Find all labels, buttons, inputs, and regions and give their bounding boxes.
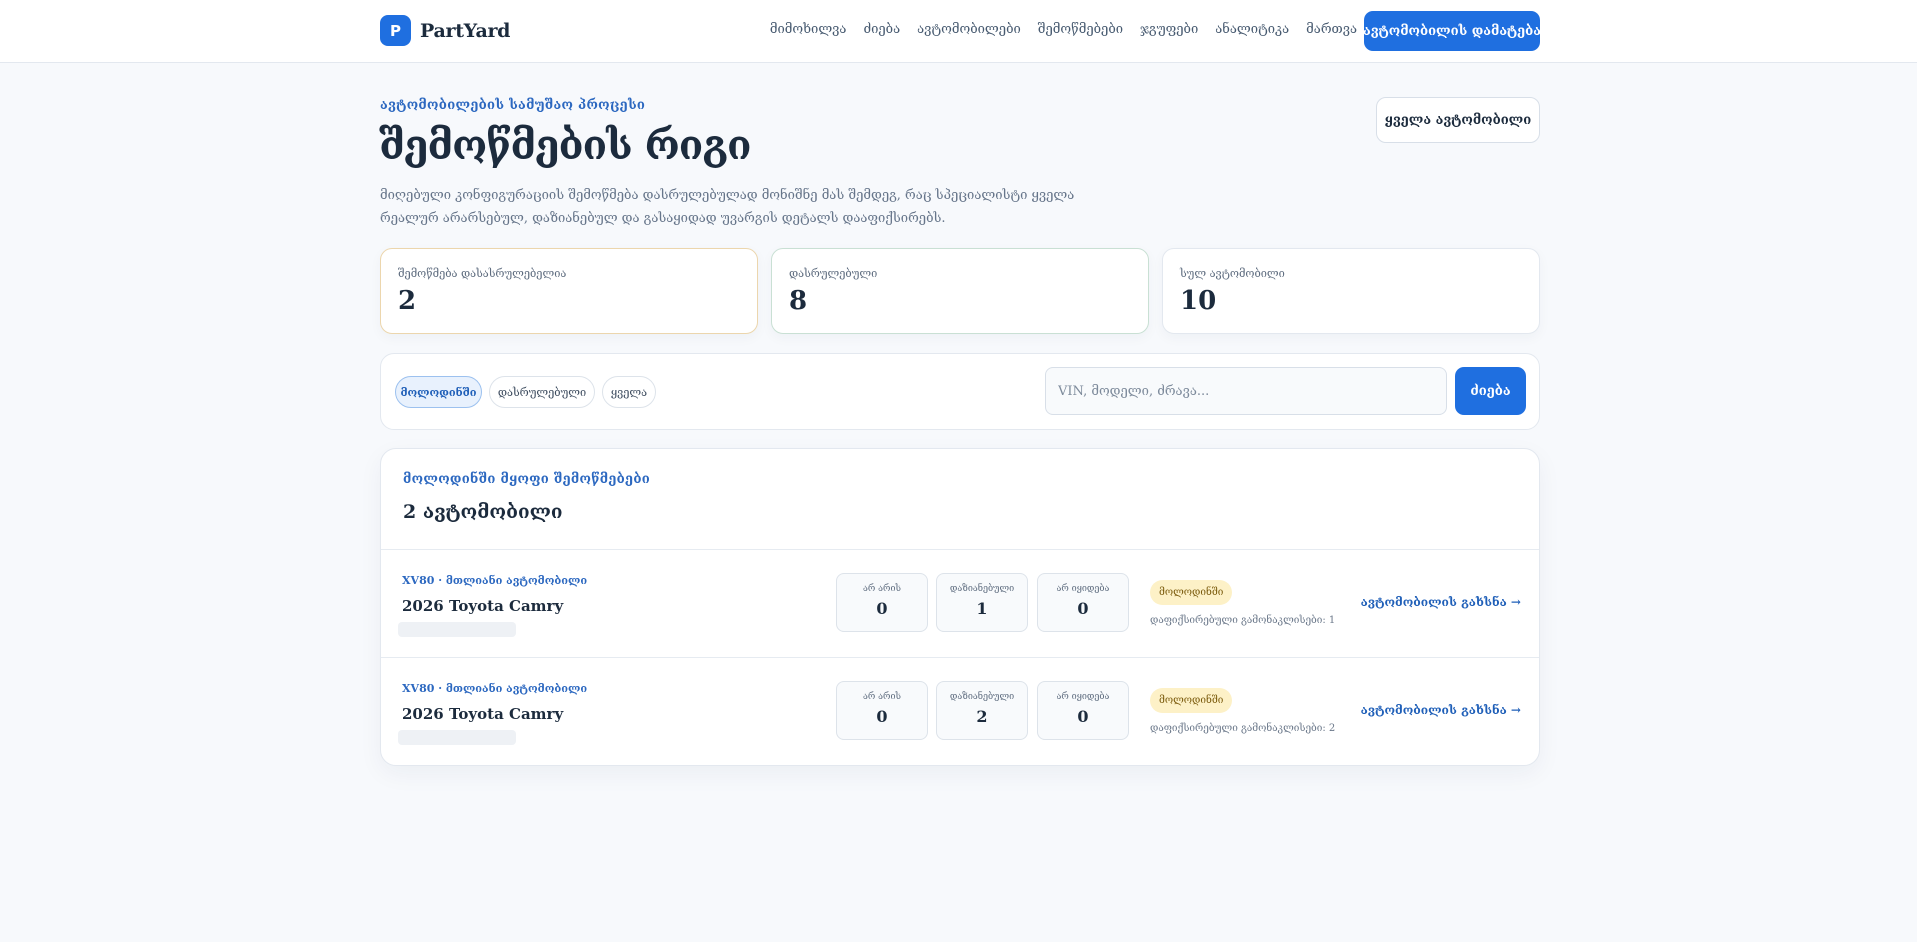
nav-item-admin[interactable]: მართვა — [1306, 22, 1357, 37]
filter-chip-completed[interactable]: დასრულებული — [489, 376, 595, 408]
filter-bar: მოლოდინში დასრულებული ყველა ძიება — [380, 353, 1540, 430]
counter-not-for-sale: არ იყიდება 0 — [1037, 681, 1129, 740]
counter-value: 0 — [876, 599, 888, 618]
counter-damaged: დაზიანებული 1 — [936, 573, 1028, 632]
counter-damaged: დაზიანებული 2 — [936, 681, 1028, 740]
counter-label: არ იყიდება — [1056, 584, 1110, 594]
nav-item-overview[interactable]: მიმოხილვა — [770, 22, 847, 37]
counter-label: არ იყიდება — [1056, 692, 1110, 702]
stat-card-completed: დასრულებული 8 — [771, 248, 1149, 334]
search-input[interactable] — [1045, 367, 1447, 415]
top-navigation-bar: P PartYard მიმოხილვა ძიება ავტომობილები … — [0, 0, 1917, 63]
nav-item-cars[interactable]: ავტომობილები — [917, 22, 1021, 37]
pending-inspections-panel: მოლოდინში მყოფი შემოწმებები 2 ავტომობილი… — [380, 448, 1540, 766]
status-badge: მოლოდინში — [1150, 688, 1233, 713]
nav-item-analytics[interactable]: ანალიტიკა — [1215, 22, 1289, 37]
counter-missing: არ არის 0 — [836, 573, 928, 632]
car-model-label: XV80 · მთლიანი ავტომობილი — [402, 574, 588, 587]
status-badge: მოლოდინში — [1150, 580, 1233, 605]
search-button[interactable]: ძიება — [1455, 367, 1526, 415]
brand-logo-icon: P — [380, 15, 411, 46]
counter-label: არ არის — [863, 584, 901, 594]
nav-item-search[interactable]: ძიება — [863, 22, 900, 37]
add-car-button[interactable]: ავტომობილის დამატება — [1363, 11, 1541, 51]
filter-chip-pending[interactable]: მოლოდინში — [395, 376, 482, 408]
counter-not-for-sale: არ იყიდება 0 — [1037, 573, 1129, 632]
counter-value: 0 — [1077, 599, 1089, 618]
recorded-exceptions: დაფიქსირებული გამონაკლისები: 1 — [1150, 615, 1336, 626]
stat-label: სულ ავტომობილი — [1180, 267, 1285, 280]
open-car-link[interactable]: ავტომობილის გახსნა → — [1361, 595, 1521, 609]
counter-label: დაზიანებული — [949, 692, 1015, 702]
all-cars-button[interactable]: ყველა ავტომობილი — [1376, 97, 1540, 143]
stat-label: შემოწმება დასასრულებელია — [398, 267, 567, 280]
counter-label: არ არის — [863, 692, 901, 702]
car-model-label: XV80 · მთლიანი ავტომობილი — [402, 682, 588, 695]
stat-card-pending: შემოწმება დასასრულებელია 2 — [380, 248, 758, 334]
inspection-row: XV80 · მთლიანი ავტომობილი 2026 Toyota Ca… — [381, 549, 1539, 657]
stat-value: 2 — [398, 286, 417, 316]
panel-eyebrow: მოლოდინში მყოფი შემოწმებები — [403, 472, 651, 487]
panel-title: 2 ავტომობილი — [403, 501, 563, 523]
nav-item-inspections[interactable]: შემოწმებები — [1038, 22, 1123, 37]
counter-value: 0 — [1077, 707, 1089, 726]
inspection-row: XV80 · მთლიანი ავტომობილი 2026 Toyota Ca… — [381, 657, 1539, 765]
counter-value: 0 — [876, 707, 888, 726]
counter-missing: არ არის 0 — [836, 681, 928, 740]
car-name: 2026 Toyota Camry — [402, 705, 564, 723]
car-name: 2026 Toyota Camry — [402, 597, 564, 615]
main-nav: მიმოხილვა ძიება ავტომობილები შემოწმებები… — [770, 22, 1357, 37]
open-car-link[interactable]: ავტომობილის გახსნა → — [1361, 703, 1521, 717]
stat-label: დასრულებული — [789, 267, 878, 280]
stat-value: 8 — [789, 286, 808, 316]
counter-label: დაზიანებული — [949, 584, 1015, 594]
page-title: შემოწმების რიგი — [379, 122, 752, 169]
counter-value: 2 — [976, 707, 988, 726]
loading-placeholder — [398, 622, 516, 637]
stat-value: 10 — [1180, 286, 1217, 316]
brand-name: PartYard — [420, 19, 511, 42]
page-description: მიღებული კონფიგურაციის შემოწმება დასრულე… — [380, 188, 1075, 226]
stat-card-total: სულ ავტომობილი 10 — [1162, 248, 1540, 334]
recorded-exceptions: დაფიქსირებული გამონაკლისები: 2 — [1150, 723, 1336, 734]
filter-chip-all[interactable]: ყველა — [602, 376, 656, 408]
counter-value: 1 — [976, 599, 988, 618]
brand[interactable]: P PartYard — [380, 15, 510, 46]
page-eyebrow: ავტომობილების სამუშაო პროცესი — [380, 98, 646, 113]
nav-item-groups[interactable]: ჯგუფები — [1140, 22, 1198, 37]
loading-placeholder — [398, 730, 516, 745]
